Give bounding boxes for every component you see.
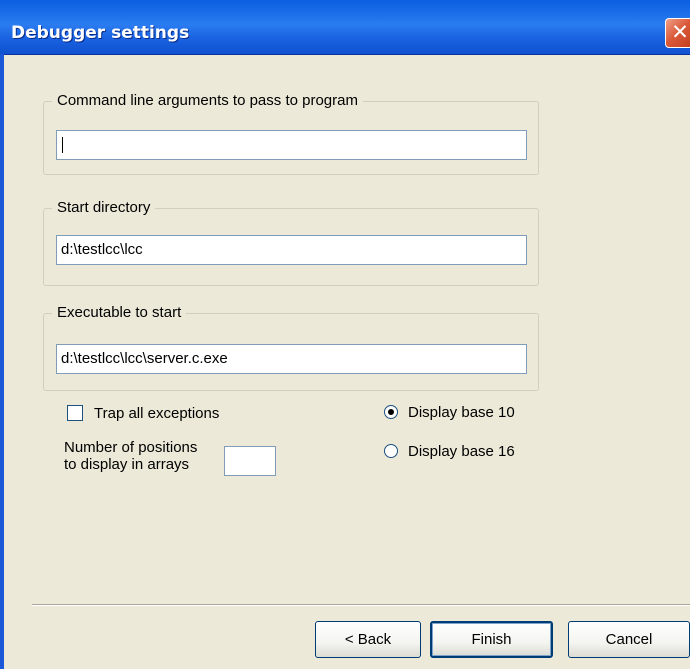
start-directory-group: Start directory d:\testlcc\lcc bbox=[43, 199, 539, 286]
display-base-16-radio[interactable] bbox=[384, 444, 398, 458]
finish-button[interactable]: Finish bbox=[430, 621, 553, 658]
display-base-10-radio[interactable] bbox=[384, 405, 398, 419]
trap-exceptions-label: Trap all exceptions bbox=[94, 405, 220, 422]
window-border bbox=[0, 54, 4, 669]
positions-input[interactable] bbox=[224, 446, 276, 476]
executable-group: Executable to start d:\testlcc\lcc\serve… bbox=[43, 304, 539, 391]
radio-selected-dot bbox=[388, 409, 394, 415]
args-input[interactable] bbox=[56, 130, 527, 160]
text-caret bbox=[62, 137, 63, 154]
footer-separator bbox=[32, 604, 690, 606]
start-directory-label: Start directory bbox=[52, 199, 156, 216]
display-base-16-label: Display base 16 bbox=[408, 443, 515, 460]
close-icon: ✕ bbox=[671, 20, 689, 44]
cancel-button[interactable]: Cancel bbox=[568, 621, 690, 658]
args-group-label: Command line arguments to pass to progra… bbox=[52, 92, 363, 109]
positions-label-line2: to display in arrays bbox=[64, 456, 190, 473]
back-button[interactable]: < Back bbox=[315, 621, 421, 658]
executable-label: Executable to start bbox=[52, 304, 187, 321]
title-bar[interactable]: Debugger settings ✕ bbox=[0, 0, 690, 55]
args-group: Command line arguments to pass to progra… bbox=[43, 92, 539, 175]
close-button[interactable]: ✕ bbox=[665, 18, 690, 48]
executable-input[interactable]: d:\testlcc\lcc\server.c.exe bbox=[56, 344, 527, 374]
window-title: Debugger settings bbox=[11, 23, 190, 43]
trap-exceptions-checkbox[interactable] bbox=[67, 405, 83, 421]
display-base-10-label: Display base 10 bbox=[408, 404, 515, 421]
start-directory-input[interactable]: d:\testlcc\lcc bbox=[56, 235, 527, 265]
positions-label-line1: Number of positions bbox=[64, 439, 198, 456]
